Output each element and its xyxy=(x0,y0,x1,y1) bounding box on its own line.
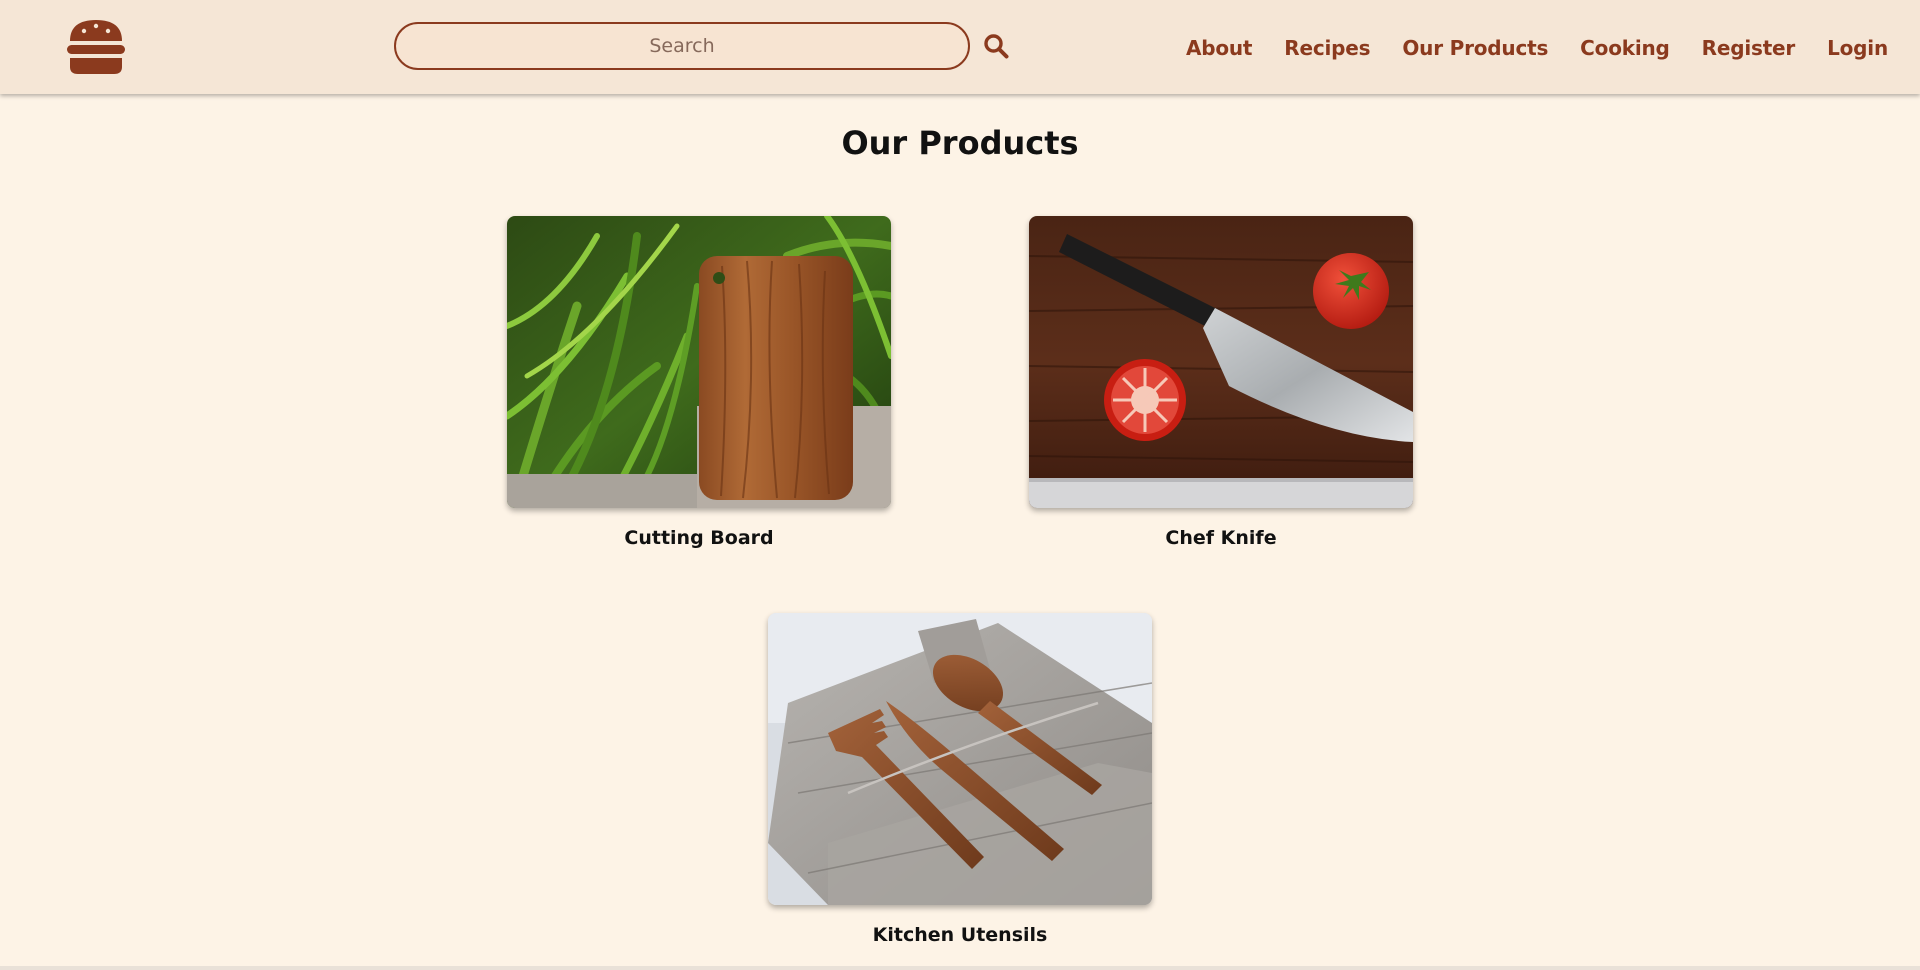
product-image[interactable] xyxy=(768,613,1152,905)
page-bottom-divider xyxy=(0,966,1920,970)
product-name[interactable]: Cutting Board xyxy=(507,527,891,549)
search-icon[interactable] xyxy=(983,33,1009,59)
product-card-chef-knife[interactable]: Chef Knife xyxy=(1029,216,1413,549)
chef-knife-photo xyxy=(1029,216,1413,508)
nav-about[interactable]: About xyxy=(1186,36,1253,60)
product-image[interactable] xyxy=(507,216,891,508)
nav-cooking[interactable]: Cooking xyxy=(1580,36,1670,60)
nav-our-products[interactable]: Our Products xyxy=(1402,36,1548,60)
page-title: Our Products xyxy=(841,124,1079,162)
search-input[interactable] xyxy=(394,22,970,70)
nav-login[interactable]: Login xyxy=(1827,36,1888,60)
product-card-kitchen-utensils[interactable]: Kitchen Utensils xyxy=(768,613,1152,946)
product-name[interactable]: Chef Knife xyxy=(1029,527,1413,549)
product-card-cutting-board[interactable]: Cutting Board xyxy=(507,216,891,549)
product-name[interactable]: Kitchen Utensils xyxy=(768,924,1152,946)
nav-register[interactable]: Register xyxy=(1702,36,1796,60)
product-image[interactable] xyxy=(1029,216,1413,508)
site-header: About Recipes Our Products Cooking Regis… xyxy=(0,0,1920,94)
cutting-board-photo xyxy=(507,216,891,508)
nav-recipes[interactable]: Recipes xyxy=(1284,36,1370,60)
main-nav: About Recipes Our Products Cooking Regis… xyxy=(1186,34,1888,62)
search-bar xyxy=(394,22,970,70)
kitchen-utensils-photo xyxy=(768,613,1152,905)
hamburger-logo-icon[interactable] xyxy=(66,18,126,76)
